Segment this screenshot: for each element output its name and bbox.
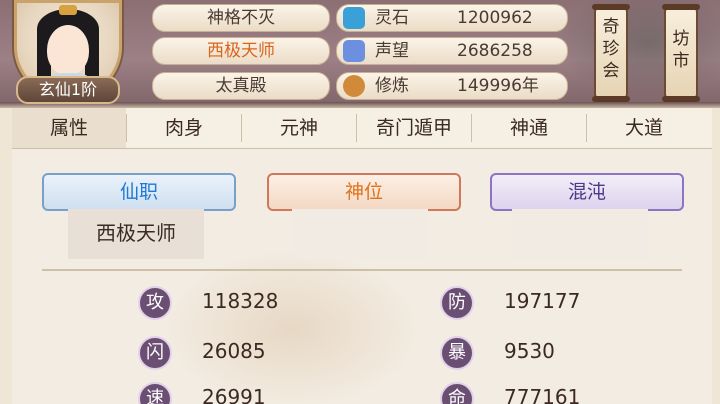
qizhenhui-button[interactable]: 奇珍会 — [592, 4, 630, 102]
shenwei-title: 神位 — [267, 173, 461, 211]
avatar-crown — [59, 5, 77, 15]
stat-crit: 暴 9530 — [440, 333, 640, 370]
tab-qimen-dunjia[interactable]: 奇门遁甲 — [357, 108, 471, 148]
tab-bar: 属性 肉身 元神 奇门遁甲 神通 大道 — [12, 108, 712, 149]
divider — [42, 269, 682, 271]
xianzhi-title: 仙职 — [42, 173, 236, 211]
attributes-panel: 仙职 西极天师 神位 混沌 攻 118328 防 197177 闪 26085 … — [12, 149, 712, 404]
tab-body[interactable]: 肉身 — [127, 108, 241, 148]
spirit-stone-icon — [343, 7, 365, 29]
fangshi-button[interactable]: 坊市 — [662, 4, 700, 102]
tab-great-dao[interactable]: 大道 — [587, 108, 701, 148]
resource-spirit-stone: 灵石 1200962 — [336, 4, 568, 32]
stat-attack: 攻 118328 — [138, 283, 338, 320]
title-pill-3: 太真殿 — [152, 72, 330, 100]
xianzhi-value: 西极天师 — [96, 221, 176, 245]
resource-cultivation: 修炼 149996年 — [336, 72, 568, 100]
stat-defense: 防 197177 — [440, 283, 640, 320]
tab-primal-spirit[interactable]: 元神 — [242, 108, 356, 148]
title-pill-2: 西极天师 — [152, 37, 330, 65]
shenwei-value-box[interactable] — [292, 209, 428, 259]
avatar-face — [47, 25, 89, 75]
meditation-icon — [343, 75, 365, 97]
hundun-title: 混沌 — [490, 173, 684, 211]
tab-attributes[interactable]: 属性 — [12, 108, 126, 148]
reputation-icon — [343, 40, 365, 62]
stat-dodge: 闪 26085 — [138, 333, 338, 370]
stat-hit: 命 777161 — [440, 379, 640, 404]
title-pill-1: 神格不灭 — [152, 4, 330, 32]
xianzhi-value-box[interactable]: 西极天师 — [68, 209, 204, 259]
stat-speed: 速 26991 — [138, 379, 338, 404]
hundun-value-box[interactable] — [512, 209, 648, 259]
tab-divine-power[interactable]: 神通 — [472, 108, 586, 148]
rank-badge: 玄仙1阶 — [16, 76, 120, 104]
resource-reputation: 声望 2686258 — [336, 37, 568, 65]
